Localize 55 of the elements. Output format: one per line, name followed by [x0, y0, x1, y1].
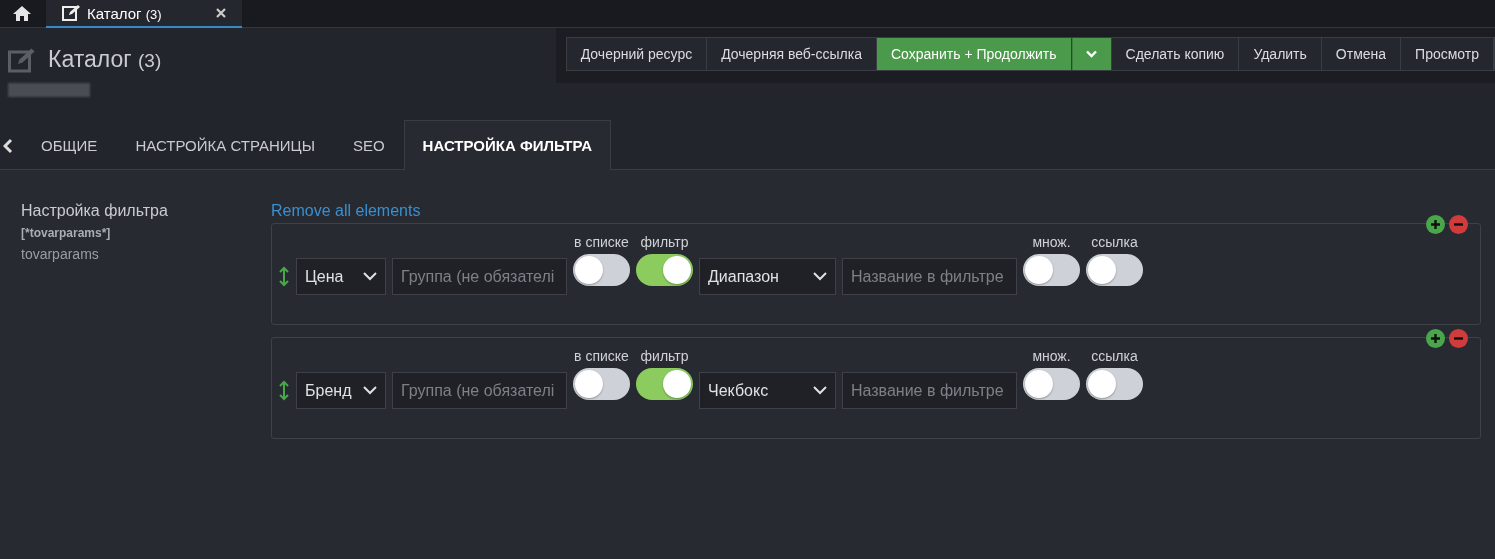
group-field[interactable]: Группа (не обязателі	[392, 372, 567, 409]
chevron-left-icon[interactable]	[3, 137, 13, 154]
toggle-label: ссылка	[1091, 348, 1138, 364]
type-select[interactable]: Чекбокс	[699, 372, 836, 409]
tab[interactable]: НАСТРОЙКА ФИЛЬТРА	[403, 120, 611, 170]
edit-icon	[62, 4, 81, 22]
add-icon[interactable]	[1426, 215, 1445, 234]
remove-icon[interactable]	[1449, 215, 1468, 234]
toggle-switch[interactable]	[1023, 368, 1080, 400]
toggle-label: фильтр	[640, 348, 689, 364]
chevron-down-icon	[813, 272, 827, 281]
toggle-label: множ.	[1032, 234, 1071, 250]
toggle-switch[interactable]	[573, 254, 630, 286]
toggle-switch[interactable]	[636, 254, 693, 286]
tab[interactable]: ОБЩИЕ	[22, 120, 117, 170]
edit-icon	[8, 46, 36, 73]
chevron-down-icon	[813, 386, 827, 395]
add-icon[interactable]	[1426, 329, 1445, 348]
param-select[interactable]: Цена	[296, 258, 386, 295]
action-button[interactable]: Просмотр	[1401, 38, 1494, 70]
filter-name-field[interactable]: Название в фильтре	[842, 258, 1017, 295]
document-tab[interactable]: Каталог (3)	[46, 0, 242, 28]
action-button[interactable]: Дочерний ресурс	[566, 38, 708, 70]
remove-icon[interactable]	[1449, 329, 1468, 348]
group-field[interactable]: Группа (не обязателі	[392, 258, 567, 295]
filter-name-field[interactable]: Название в фильтре	[842, 372, 1017, 409]
action-button[interactable]: Отмена	[1321, 38, 1402, 70]
toggle-switch[interactable]	[636, 368, 693, 400]
toggle-label: фильтр	[640, 234, 689, 250]
param-select[interactable]: Бренд	[296, 372, 386, 409]
toggle-label: в списке	[574, 234, 629, 250]
close-icon[interactable]	[216, 8, 226, 18]
dropdown-button[interactable]	[1071, 38, 1112, 70]
remove-all-link[interactable]: Remove all elements	[271, 202, 421, 220]
home-icon	[12, 4, 32, 22]
action-button[interactable]: Сделать копию	[1111, 38, 1240, 70]
tab[interactable]: НАСТРОЙКА СТРАНИЦЫ	[116, 120, 334, 170]
field-tag: [*tovarparams*]	[21, 226, 271, 240]
page-title: Каталог (3)	[48, 46, 162, 73]
chevron-down-icon	[363, 272, 377, 281]
toggle-switch[interactable]	[1086, 254, 1143, 286]
type-select[interactable]: Диапазон	[699, 258, 836, 295]
caret-icon	[1086, 50, 1098, 58]
toggle-label: множ.	[1032, 348, 1071, 364]
action-button[interactable]: Удалить	[1239, 38, 1322, 70]
toggle-label: в списке	[574, 348, 629, 364]
toggle-switch[interactable]	[1023, 254, 1080, 286]
field-label: Настройка фильтра	[21, 202, 169, 220]
toggle-switch[interactable]	[573, 368, 630, 400]
chevron-down-icon	[363, 386, 377, 395]
toggle-label: ссылка	[1091, 234, 1138, 250]
field-name: tovarparams	[21, 246, 100, 262]
toggle-switch[interactable]	[1086, 368, 1143, 400]
tab[interactable]: SEO	[333, 120, 404, 170]
action-button[interactable]: Дочерняя веб-ссылка	[707, 38, 877, 70]
